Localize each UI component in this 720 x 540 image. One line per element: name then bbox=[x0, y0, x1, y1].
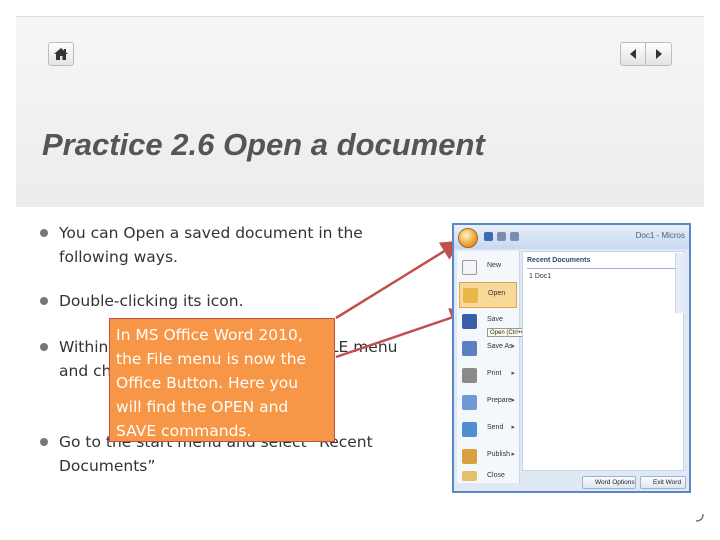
menu-item-prepare: Prepare ▸ bbox=[459, 390, 517, 416]
menu-item-label: Send bbox=[487, 424, 504, 431]
slide-title: Practice 2.6 Open a document bbox=[42, 127, 485, 162]
submenu-arrow-icon: ▸ bbox=[511, 397, 515, 404]
menu-item-label: Prepare bbox=[487, 397, 512, 404]
callout-note: In MS Office Word 2010, the File menu is… bbox=[109, 318, 335, 442]
bullet-dot bbox=[40, 438, 48, 446]
close-folder-icon bbox=[462, 471, 477, 481]
submenu-arrow-icon: ▸ bbox=[511, 424, 515, 431]
printer-icon bbox=[462, 368, 477, 383]
new-document-icon bbox=[462, 260, 477, 275]
bullet-text: Double-clicking its icon. bbox=[59, 292, 244, 310]
menu-item-send: Send ▸ bbox=[459, 417, 517, 443]
save-icon bbox=[462, 314, 477, 329]
folder-icon bbox=[463, 288, 478, 303]
word-options-button: Word Options bbox=[582, 476, 636, 489]
exit-word-button: Exit Word bbox=[640, 476, 686, 489]
menu-item-label: Save As bbox=[487, 343, 513, 350]
recent-document-item: 1 Doc1 bbox=[529, 273, 552, 280]
submenu-arrow-icon: ▸ bbox=[511, 370, 515, 377]
title-band bbox=[16, 16, 704, 207]
undo-icon bbox=[497, 232, 506, 241]
prepare-icon bbox=[462, 395, 477, 410]
send-icon bbox=[462, 422, 477, 437]
menu-item-label: Close bbox=[487, 472, 505, 479]
bullet-text: You can Open a saved document in the fol… bbox=[59, 224, 363, 266]
office-menu-commands: New Open Save Save As ▸ Print ▸ Prepare … bbox=[457, 251, 532, 483]
screenshot-scrollbar bbox=[675, 253, 684, 313]
menu-item-label: Print bbox=[487, 370, 502, 377]
home-icon bbox=[54, 48, 68, 60]
menu-item-label: New bbox=[487, 262, 502, 269]
home-button[interactable] bbox=[48, 42, 74, 66]
menu-item-new: New bbox=[459, 255, 517, 281]
office-menu-screenshot: Doc1 - Micros New Open Save Save As ▸ Pr… bbox=[452, 223, 691, 493]
triangle-left-icon bbox=[630, 49, 636, 59]
recent-documents-panel: Recent Documents 1 Doc1 bbox=[522, 251, 684, 471]
menu-item-close: Close bbox=[459, 469, 517, 483]
redo-icon bbox=[510, 232, 519, 241]
menu-item-open: Open bbox=[459, 282, 517, 308]
corner-curl-icon bbox=[695, 513, 704, 522]
window-title: Doc1 - Micros bbox=[635, 231, 685, 240]
bullet-dot bbox=[40, 343, 48, 351]
publish-icon bbox=[462, 449, 477, 464]
bullet-dot bbox=[40, 297, 48, 305]
bullet-dot bbox=[40, 229, 48, 237]
triangle-right-icon bbox=[655, 49, 662, 59]
recent-documents-header: Recent Documents bbox=[527, 257, 591, 264]
menu-item-save-as: Save As ▸ bbox=[459, 336, 517, 362]
menu-item-label: Publish bbox=[487, 451, 510, 458]
office-button-icon bbox=[458, 228, 478, 248]
submenu-arrow-icon: ▸ bbox=[511, 343, 515, 350]
submenu-arrow-icon: ▸ bbox=[511, 451, 515, 458]
menu-item-publish: Publish ▸ bbox=[459, 444, 517, 470]
menu-item-print: Print ▸ bbox=[459, 363, 517, 389]
previous-slide-button[interactable] bbox=[620, 42, 646, 66]
menu-item-label: Open bbox=[488, 290, 506, 297]
divider bbox=[527, 268, 679, 269]
slide: Practice 2.6 Open a document You can Ope… bbox=[0, 0, 720, 540]
save-as-icon bbox=[462, 341, 477, 356]
next-slide-button[interactable] bbox=[646, 42, 672, 66]
screenshot-titlebar: Doc1 - Micros bbox=[454, 225, 689, 249]
menu-item-label: Save bbox=[487, 316, 503, 323]
save-icon bbox=[484, 232, 493, 241]
